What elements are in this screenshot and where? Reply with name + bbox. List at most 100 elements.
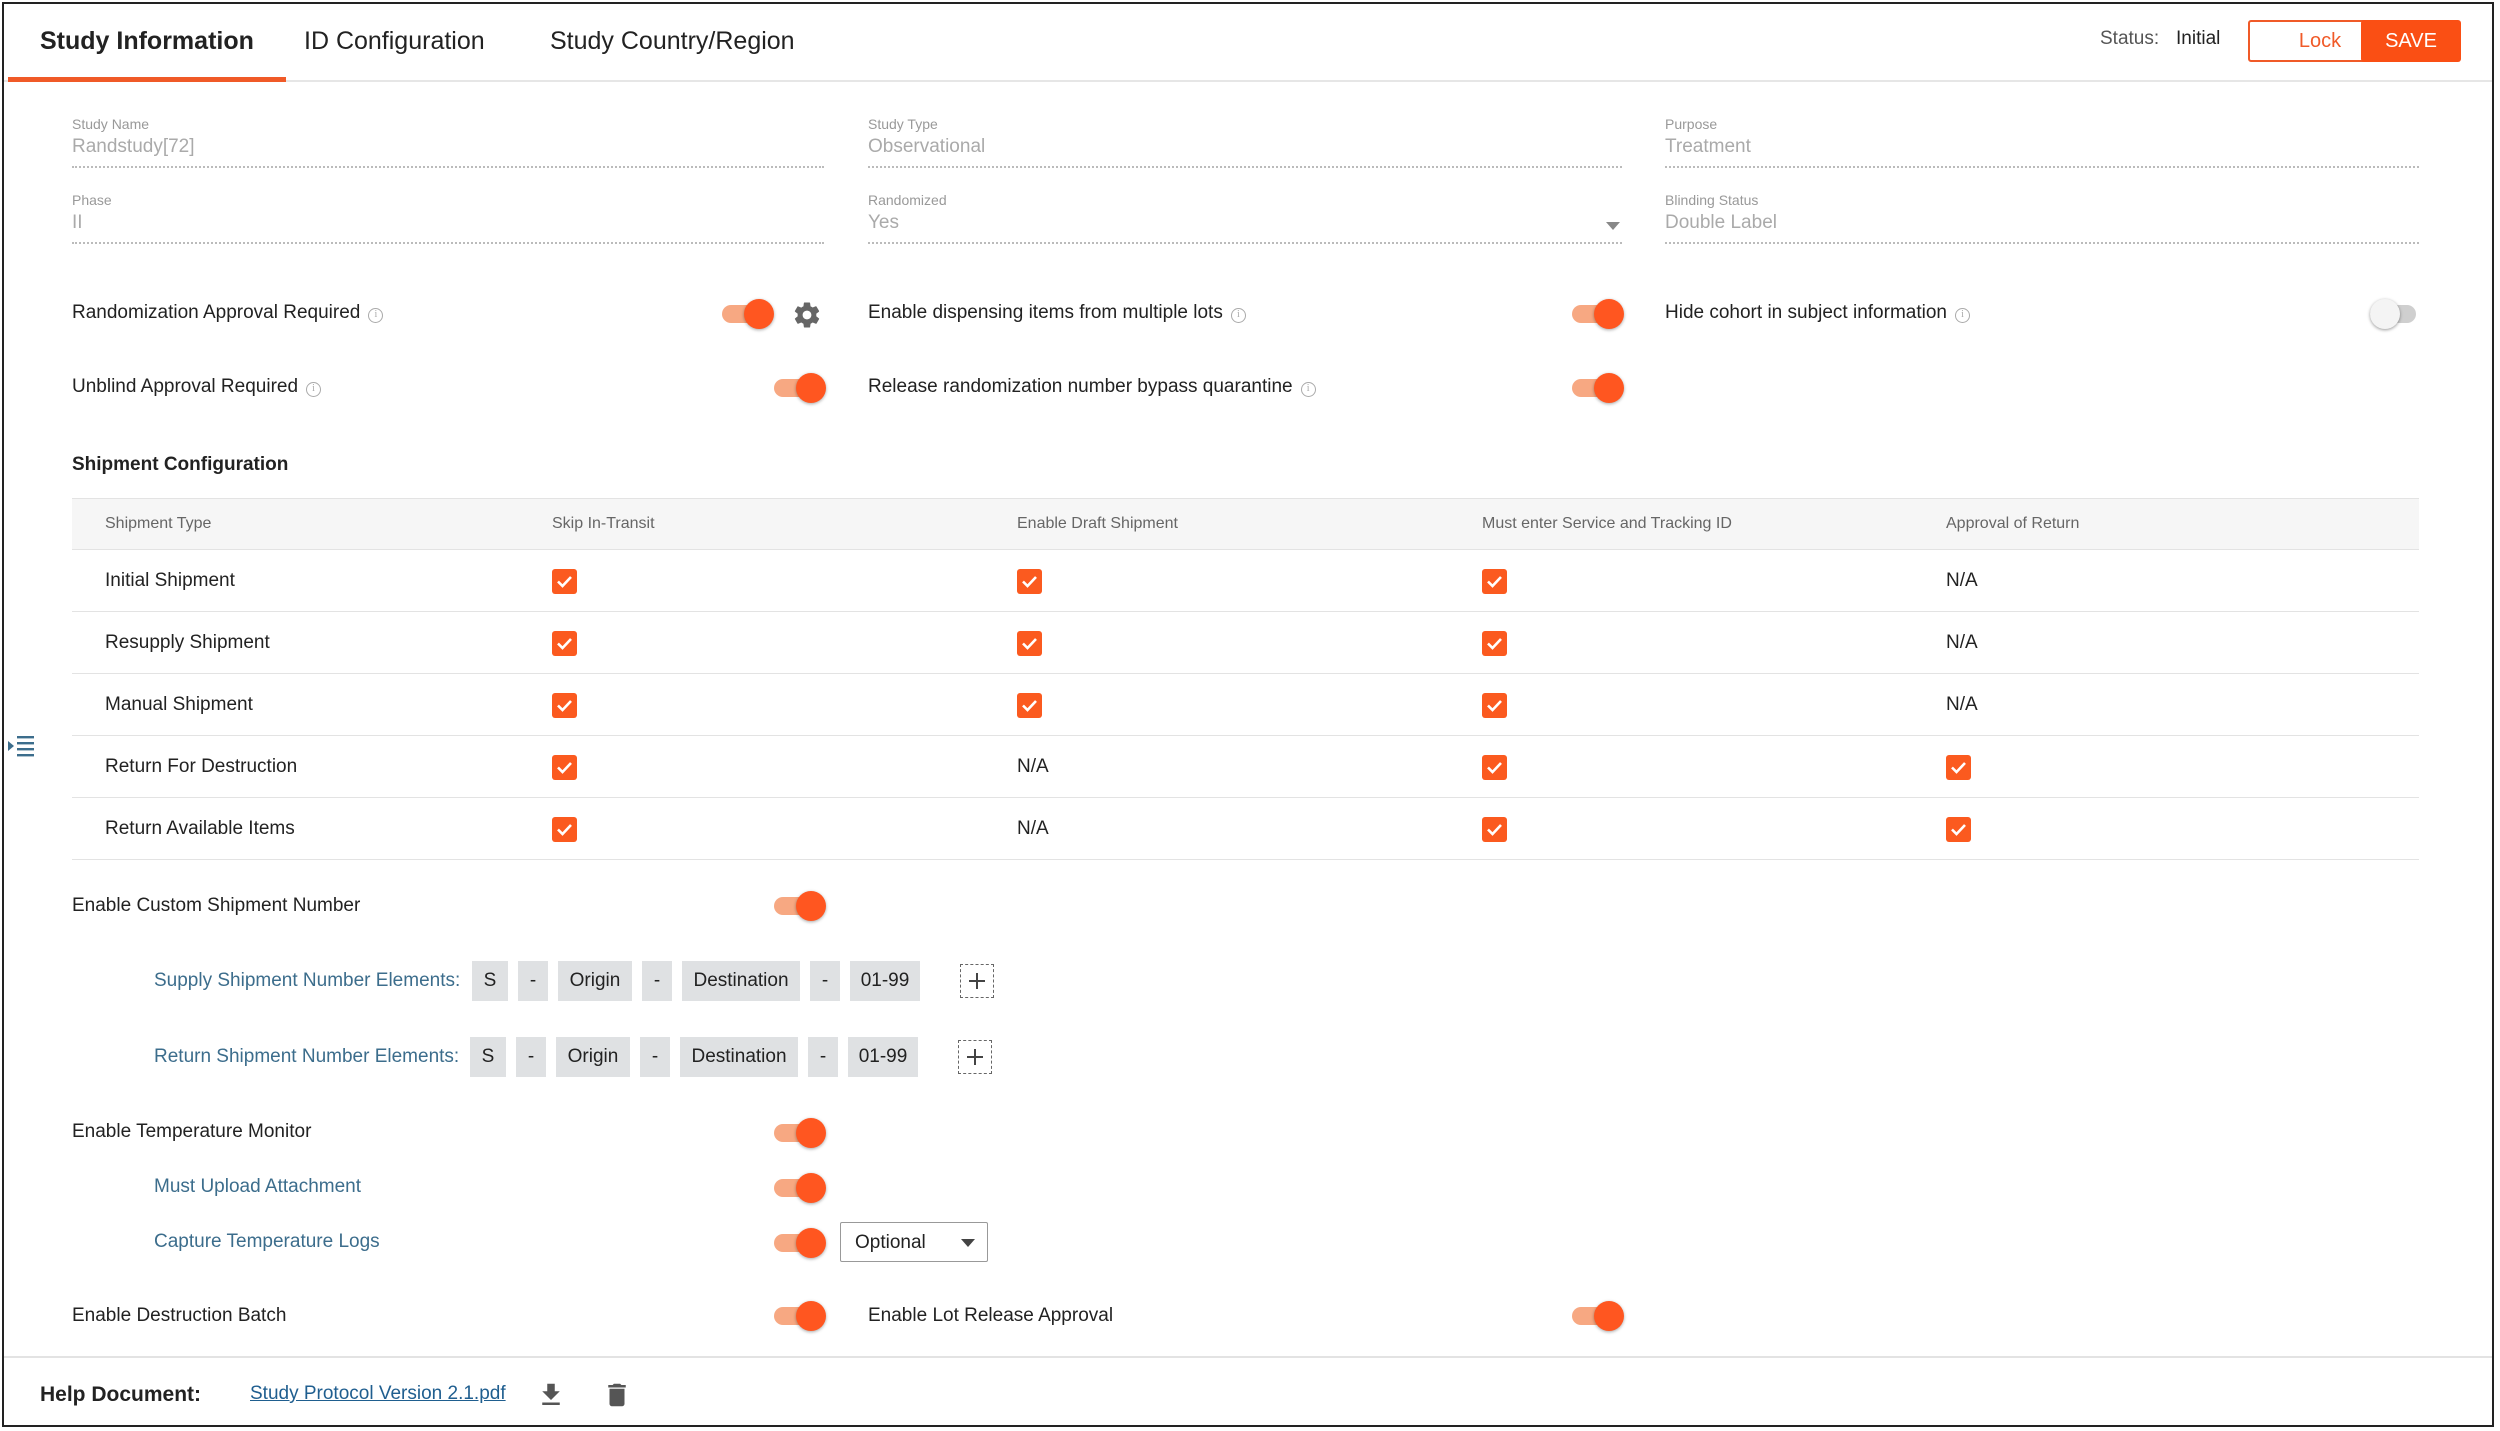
capture-temperature-logs-label: Capture Temperature Logs [154, 1231, 380, 1252]
study-type-field: Observational [868, 136, 1622, 168]
capture-logs-select-value: Optional [855, 1232, 926, 1253]
approval-of-return-cell: N/A [1946, 632, 1978, 653]
number-element-chip[interactable]: 01-99 [850, 961, 920, 1001]
add-element-icon[interactable] [960, 964, 994, 998]
hide-cohort-label: Hide cohort in subject information i [1665, 302, 1970, 324]
study-type-label: Study Type [868, 116, 938, 132]
enable-draft-checkbox-checked-icon[interactable] [1017, 569, 1042, 594]
capture-temperature-logs-toggle[interactable] [774, 1226, 826, 1260]
tracking-id-checkbox-checked-icon[interactable] [1482, 817, 1507, 842]
info-icon[interactable]: i [1954, 308, 1970, 323]
column-header: Enable Draft Shipment [1017, 515, 1178, 532]
capture-logs-select[interactable]: Optional [840, 1222, 988, 1262]
approval-of-return-cell: N/A [1946, 694, 1978, 715]
shipment-type-cell: Return Available Items [105, 818, 295, 839]
dispensing-multiple-lots-label: Enable dispensing items from multiple lo… [868, 302, 1246, 324]
column-header: Approval of Return [1946, 515, 2080, 532]
number-element-chip[interactable]: Destination [680, 1037, 798, 1077]
temperature-monitor-label: Enable Temperature Monitor [72, 1121, 312, 1142]
release-rand-bypass-label: Release randomization number bypass quar… [868, 376, 1316, 398]
study-name-field: Randstudy[72] [72, 136, 824, 168]
approval-of-return-checkbox-checked-icon[interactable] [1946, 755, 1971, 780]
column-header: Must enter Service and Tracking ID [1482, 515, 1732, 532]
number-element-chip[interactable]: S [472, 961, 508, 1001]
table-row: Manual Shipment N/A [72, 674, 2419, 736]
shipment-type-cell: Resupply Shipment [105, 632, 270, 653]
number-element-chip[interactable]: Destination [682, 961, 800, 1001]
tab-study-information[interactable]: Study Information [8, 4, 286, 82]
return-elements-label: Return Shipment Number Elements: [154, 1046, 460, 1067]
shipment-type-cell: Initial Shipment [105, 570, 235, 591]
randomization-approval-toggle[interactable] [722, 297, 774, 331]
skip-in-transit-checkbox-checked-icon[interactable] [552, 817, 577, 842]
enable-draft-checkbox-checked-icon[interactable] [1017, 693, 1042, 718]
shipment-config-title: Shipment Configuration [72, 454, 289, 475]
skip-in-transit-checkbox-checked-icon[interactable] [552, 693, 577, 718]
number-element-chip[interactable]: - [808, 1037, 838, 1077]
randomization-approval-label: Randomization Approval Required i [72, 302, 384, 324]
footer: Help Document: Study Protocol Version 2.… [4, 1356, 2492, 1425]
skip-in-transit-checkbox-checked-icon[interactable] [552, 631, 577, 656]
approval-of-return-cell: N/A [1946, 570, 1978, 591]
gear-icon[interactable] [792, 300, 822, 330]
must-upload-attachment-toggle[interactable] [774, 1171, 826, 1205]
destruction-batch-label: Enable Destruction Batch [72, 1305, 287, 1326]
number-element-chip[interactable]: - [642, 961, 672, 1001]
save-button[interactable]: SAVE [2361, 20, 2461, 62]
download-icon[interactable] [536, 1380, 566, 1410]
trash-icon[interactable] [602, 1380, 632, 1410]
tracking-id-checkbox-checked-icon[interactable] [1482, 569, 1507, 594]
study-name-label: Study Name [72, 116, 150, 132]
status-label: Status: [2100, 28, 2160, 49]
table-row: Resupply Shipment N/A [72, 612, 2419, 674]
randomized-label: Randomized [868, 192, 947, 208]
temperature-monitor-toggle[interactable] [774, 1116, 826, 1150]
tab-id-configuration[interactable]: ID Configuration [272, 4, 517, 82]
tab-study-country-region[interactable]: Study Country/Region [518, 4, 827, 82]
number-element-chip[interactable]: Origin [556, 1037, 630, 1077]
hide-cohort-toggle[interactable] [2370, 297, 2422, 331]
number-element-chip[interactable]: - [810, 961, 840, 1001]
chevron-down-icon [961, 1239, 975, 1247]
info-icon[interactable]: i [1230, 308, 1246, 323]
tracking-id-checkbox-checked-icon[interactable] [1482, 693, 1507, 718]
release-rand-bypass-toggle[interactable] [1572, 371, 1624, 405]
blinding-status-label: Blinding Status [1665, 192, 1759, 208]
info-icon[interactable]: i [368, 308, 384, 323]
skip-in-transit-checkbox-checked-icon[interactable] [552, 755, 577, 780]
tracking-id-checkbox-checked-icon[interactable] [1482, 631, 1507, 656]
phase-field: II [72, 212, 824, 244]
table-row: Return For Destruction N/A [72, 736, 2419, 798]
sidebar-toggle-icon[interactable] [6, 733, 36, 761]
unblind-approval-toggle[interactable] [774, 371, 826, 405]
number-element-chip[interactable]: Origin [558, 961, 632, 1001]
enable-draft-checkbox-checked-icon[interactable] [1017, 631, 1042, 656]
table-row: Return Available Items N/A [72, 798, 2419, 860]
help-document-link[interactable]: Study Protocol Version 2.1.pdf [250, 1383, 506, 1405]
info-icon[interactable]: i [306, 382, 322, 397]
supply-elements-label: Supply Shipment Number Elements: [154, 970, 461, 991]
dispensing-multiple-lots-toggle[interactable] [1572, 297, 1624, 331]
column-header: Shipment Type [105, 515, 212, 532]
header: Study Information ID Configuration Study… [4, 4, 2492, 82]
approval-of-return-checkbox-checked-icon[interactable] [1946, 817, 1971, 842]
add-element-icon[interactable] [958, 1040, 992, 1074]
number-element-chip[interactable]: 01-99 [848, 1037, 918, 1077]
tracking-id-checkbox-checked-icon[interactable] [1482, 755, 1507, 780]
purpose-label: Purpose [1665, 116, 1718, 132]
number-element-chip[interactable]: S [470, 1037, 506, 1077]
number-element-chip[interactable]: - [518, 961, 548, 1001]
app-window: Study Information ID Configuration Study… [2, 2, 2494, 1427]
lot-release-approval-label: Enable Lot Release Approval [868, 1305, 1114, 1326]
must-upload-attachment-label: Must Upload Attachment [154, 1176, 361, 1197]
info-icon[interactable]: i [1300, 382, 1316, 397]
lot-release-approval-toggle[interactable] [1572, 1299, 1624, 1333]
help-document-label: Help Document: [40, 1383, 202, 1406]
custom-shipment-number-toggle[interactable] [774, 889, 826, 923]
skip-in-transit-checkbox-checked-icon[interactable] [552, 569, 577, 594]
number-element-chip[interactable]: - [640, 1037, 670, 1077]
destruction-batch-toggle[interactable] [774, 1299, 826, 1333]
number-element-chip[interactable]: - [516, 1037, 546, 1077]
randomized-select[interactable]: Yes [868, 212, 1622, 244]
chevron-down-icon [1606, 222, 1620, 230]
